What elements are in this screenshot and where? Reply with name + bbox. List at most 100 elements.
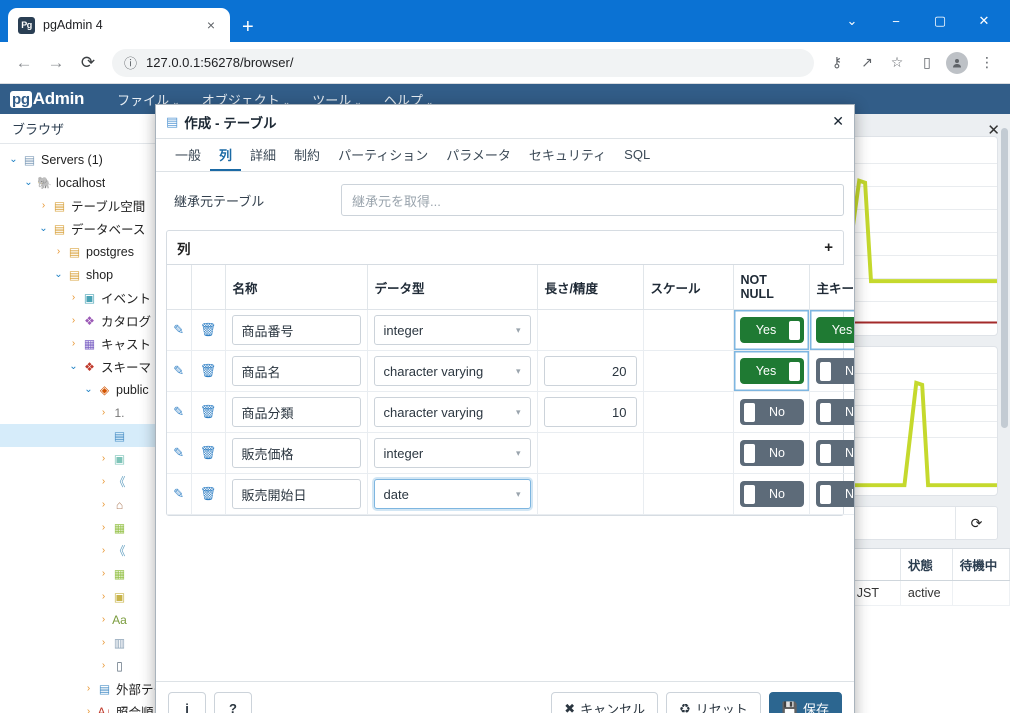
tab-close-icon[interactable]: × [202,17,220,33]
tab-セキュリティ[interactable]: セキュリティ [520,139,615,171]
chevron-down-icon[interactable]: ▾ [516,448,521,459]
primary-key-cell[interactable]: No [809,432,854,474]
maximize-icon[interactable]: ▢ [918,0,962,42]
bookmark-star-icon[interactable]: ☆ [884,50,910,76]
length-input[interactable]: 20 [543,356,637,386]
edit-row-cell[interactable]: ✎ [167,350,192,392]
primary-key-cell[interactable]: No [809,350,854,392]
column-name-cell[interactable]: 商品番号 [225,309,368,351]
length-input[interactable]: 10 [543,397,637,427]
tab-パラメータ[interactable]: パラメータ [437,139,520,171]
length-cell[interactable] [537,473,644,515]
delete-row-cell[interactable]: 🗑 [191,473,226,515]
datatype-cell[interactable]: date ▾ [367,473,538,515]
chevron-down-icon[interactable]: ⌄ [36,223,51,234]
toggle-switch[interactable]: No [739,481,804,507]
datatype-select[interactable]: integer ▾ [373,438,531,468]
toggle-switch[interactable]: Yes [815,317,854,343]
primary-key-cell[interactable]: No [809,473,854,515]
column-name-cell[interactable]: 販売開始日 [225,473,368,515]
close-window-icon[interactable]: ✕ [962,0,1006,42]
chevron-down-icon[interactable]: ⌄ [51,269,66,280]
chevron-right-icon[interactable]: › [96,660,111,671]
tab-列[interactable]: 列 [210,139,242,171]
chevron-down-icon[interactable]: ⌄ [66,361,81,372]
profile-avatar[interactable] [944,50,970,76]
column-name-cell[interactable]: 販売価格 [225,432,368,474]
toggle-switch[interactable]: No [739,399,804,425]
edit-row-cell[interactable]: ✎ [167,309,192,351]
datatype-select[interactable]: date ▾ [373,479,531,509]
chevron-right-icon[interactable]: › [51,246,66,257]
trash-icon[interactable]: 🗑 [200,322,217,337]
info-button[interactable]: i [168,692,206,713]
scale-cell[interactable] [643,391,734,433]
chevron-down-icon[interactable]: ▾ [516,407,521,418]
datatype-select[interactable]: character varying ▾ [373,397,531,427]
edit-icon[interactable]: ✎ [173,363,184,378]
scale-cell[interactable] [643,432,734,474]
share-icon[interactable]: ↗ [854,50,880,76]
toggle-switch[interactable]: No [739,440,804,466]
chevron-right-icon[interactable]: › [96,568,111,579]
not-null-cell[interactable]: No [733,473,810,515]
chevron-right-icon[interactable]: › [96,499,111,510]
chevron-right-icon[interactable]: › [96,476,111,487]
tab-制約[interactable]: 制約 [285,139,329,171]
chevron-right-icon[interactable]: › [96,522,111,533]
primary-key-cell[interactable]: Yes [809,309,854,351]
chevron-right-icon[interactable]: › [81,683,96,694]
length-cell[interactable]: 10 [537,391,644,433]
column-name-input[interactable]: 商品分類 [231,397,361,427]
column-name-input[interactable]: 商品番号 [231,315,361,345]
inherit-field-input[interactable]: 継承元を取得... [341,184,844,216]
not-null-cell[interactable]: Yes [733,309,810,351]
chevron-down-icon[interactable]: ▾ [516,489,521,500]
refresh-icon[interactable]: ⟳ [955,507,997,539]
toggle-switch[interactable]: No [815,440,854,466]
length-cell[interactable]: 20 [537,350,644,392]
primary-key-cell[interactable]: No [809,391,854,433]
chevron-right-icon[interactable]: › [96,453,111,464]
trash-icon[interactable]: 🗑 [200,404,217,419]
datatype-select[interactable]: character varying ▾ [373,356,531,386]
chevron-down-icon[interactable]: ⌄ [6,154,21,165]
chevron-right-icon[interactable]: › [96,545,111,556]
delete-row-cell[interactable]: 🗑 [191,309,226,351]
scrollbar-thumb[interactable] [1001,128,1008,428]
save-button[interactable]: 💾 保存 [768,692,842,713]
scale-cell[interactable] [643,473,734,515]
minimize-icon[interactable]: − [874,0,918,42]
edit-icon[interactable]: ✎ [173,322,184,337]
toggle-switch[interactable]: Yes [739,358,804,384]
browser-tab-pgadmin[interactable]: Pg pgAdmin 4 × [8,8,230,42]
edit-icon[interactable]: ✎ [173,486,184,501]
column-name-input[interactable]: 販売価格 [231,438,361,468]
datatype-select[interactable]: integer ▾ [373,315,531,345]
reset-button[interactable]: ♻ リセット [666,692,761,713]
edit-row-cell[interactable]: ✎ [167,391,192,433]
chevron-right-icon[interactable]: › [96,591,111,602]
add-column-button[interactable]: + [824,239,833,256]
edit-row-cell[interactable]: ✎ [167,432,192,474]
dashboard-scrollbar[interactable] [1001,124,1008,624]
trash-icon[interactable]: 🗑 [200,486,217,501]
help-button[interactable]: ? [214,692,252,713]
column-name-cell[interactable]: 商品名 [225,350,368,392]
tab-一般[interactable]: 一般 [166,139,210,171]
chevron-down-icon[interactable]: ▾ [516,325,521,336]
datatype-cell[interactable]: integer ▾ [367,432,538,474]
chevron-down-icon[interactable]: ⌄ [81,384,96,395]
edit-icon[interactable]: ✎ [173,445,184,460]
not-null-cell[interactable]: No [733,432,810,474]
not-null-cell[interactable]: Yes [733,350,810,392]
chevron-down-icon[interactable]: ▾ [516,366,521,377]
datatype-cell[interactable]: character varying ▾ [367,350,538,392]
delete-row-cell[interactable]: 🗑 [191,391,226,433]
chevron-right-icon[interactable]: › [96,614,111,625]
column-name-cell[interactable]: 商品分類 [225,391,368,433]
scale-cell[interactable] [643,309,734,351]
site-info-icon[interactable]: ⓘ [124,53,137,72]
chevron-down-icon[interactable]: ⌄ [830,0,874,42]
datatype-cell[interactable]: character varying ▾ [367,391,538,433]
